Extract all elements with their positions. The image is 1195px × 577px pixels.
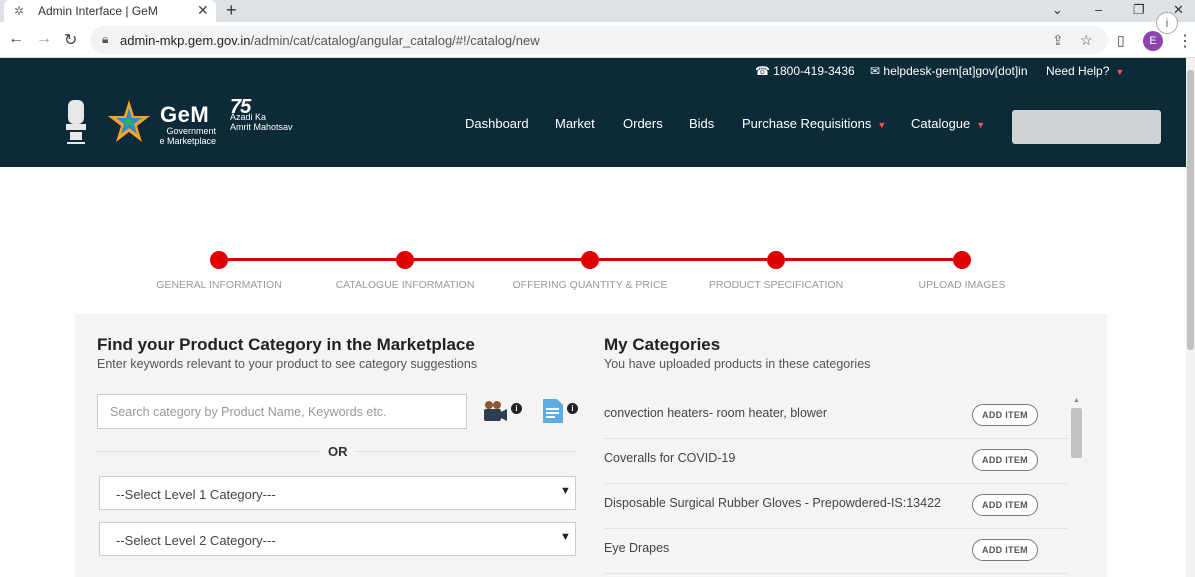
level1-selected-value: --Select Level 1 Category--- <box>116 487 276 502</box>
find-category-subtitle: Enter keywords relevant to your product … <box>97 357 478 371</box>
find-category-title: Find your Product Category in the Market… <box>97 335 475 354</box>
phone-contact[interactable]: ☎ 1800-419-3436 <box>755 64 855 78</box>
my-categories-title: My Categories <box>604 335 721 354</box>
bookmark-star-icon[interactable]: ☆ <box>1080 32 1093 49</box>
user-account-box[interactable] <box>1012 110 1161 144</box>
gem-star-logo-icon <box>108 100 150 142</box>
step-dot[interactable] <box>396 251 414 269</box>
or-divider-right <box>356 451 576 452</box>
site-header: ☎ 1800-419-3436 ✉ helpdesk-gem[at]gov[do… <box>0 58 1186 167</box>
url-text: admin-mkp.gem.gov.in/admin/cat/catalog/a… <box>120 33 540 48</box>
list-item: convection heaters- room heater, blower … <box>604 394 1068 439</box>
add-item-button[interactable]: ADD ITEM <box>972 539 1038 561</box>
step-label-specification: PRODUCT SPECIFICATION <box>708 279 844 291</box>
nav-market[interactable]: Market <box>555 116 595 131</box>
add-item-button[interactable]: ADD ITEM <box>972 494 1038 516</box>
list-item: Disposable Surgical Rubber Gloves - Prep… <box>604 484 1068 529</box>
my-categories-subtitle: You have uploaded products in these cate… <box>604 357 871 371</box>
phone-icon: ☎ <box>755 64 770 78</box>
browser-toolbar: ← → ↻ 🔒︎ admin-mkp.gem.gov.in/admin/cat/… <box>0 22 1195 58</box>
video-info-icon[interactable]: i <box>511 403 522 414</box>
share-icon[interactable]: ⇪ <box>1052 32 1064 49</box>
nav-bids[interactable]: Bids <box>689 116 714 131</box>
caret-down-icon: ▼ <box>976 120 986 130</box>
add-item-button[interactable]: ADD ITEM <box>972 404 1038 426</box>
forward-arrow-icon[interactable]: → <box>36 30 52 48</box>
caret-down-icon: ▼ <box>877 120 887 130</box>
new-tab-icon[interactable]: + <box>226 0 237 21</box>
minimize-icon[interactable]: – <box>1095 2 1102 17</box>
list-item: Coveralls for COVID-19 ADD ITEM <box>604 439 1068 484</box>
page-scroll-thumb[interactable] <box>1187 70 1194 350</box>
step-dot[interactable] <box>953 251 971 269</box>
tab-close-icon[interactable]: ✕ <box>197 2 209 19</box>
category-list-scroll-thumb[interactable] <box>1071 408 1082 458</box>
caret-down-icon: ▼ <box>1115 67 1125 77</box>
browser-tab[interactable]: ✲ Admin Interface | GeM ✕ <box>4 0 216 22</box>
step-label-catalogue: CATALOGUE INFORMATION <box>335 279 475 291</box>
or-divider-left <box>97 451 319 452</box>
need-help-menu[interactable]: Need Help? ▼ <box>1046 64 1124 78</box>
level2-selected-value: --Select Level 2 Category--- <box>116 533 276 548</box>
step-label-general: GENERAL INFORMATION <box>156 279 282 291</box>
info-icon[interactable]: i <box>1156 12 1178 34</box>
step-dot[interactable] <box>767 251 785 269</box>
list-item: Eye Drapes ADD ITEM <box>604 529 1068 574</box>
national-emblem-icon <box>66 100 86 144</box>
add-item-button[interactable]: ADD ITEM <box>972 449 1038 471</box>
chevron-down-icon: ▼ <box>560 531 571 543</box>
level1-category-select[interactable]: --Select Level 1 Category--- ▼ <box>99 476 576 510</box>
profile-avatar[interactable]: E <box>1143 31 1163 51</box>
or-label: OR <box>328 444 348 459</box>
step-label-offering: OFFERING QUANTITY & PRICE <box>512 279 668 291</box>
step-dot[interactable] <box>210 251 228 269</box>
lock-icon: 🔒︎ <box>102 32 109 46</box>
chevron-down-icon: ▼ <box>560 485 571 497</box>
side-panel-icon[interactable]: ▯ <box>1117 32 1125 49</box>
browser-tabbar: ✲ Admin Interface | GeM ✕ + ⌄ – ❐ ✕ <box>0 0 1195 22</box>
kebab-menu-icon[interactable]: ⋮ <box>1177 31 1193 51</box>
address-bar[interactable]: 🔒︎ admin-mkp.gem.gov.in/admin/cat/catalo… <box>90 26 1108 54</box>
nav-orders[interactable]: Orders <box>623 116 663 131</box>
back-arrow-icon[interactable]: ← <box>8 30 24 48</box>
my-categories-list: convection heaters- room heater, blower … <box>604 394 1068 577</box>
azadi-logo: 75 Azadi Ka Amrit Mahotsav <box>230 96 293 132</box>
envelope-icon: ✉ <box>870 64 881 78</box>
restore-icon[interactable]: ❐ <box>1133 2 1145 18</box>
scroll-up-arrow-icon[interactable]: ▲ <box>1073 397 1080 404</box>
category-name: Coveralls for COVID-19 <box>604 451 736 465</box>
gem-favicon-icon: ✲ <box>14 4 25 18</box>
level2-category-select[interactable]: --Select Level 2 Category--- ▼ <box>99 522 576 556</box>
document-icon[interactable] <box>540 398 566 424</box>
tab-title: Admin Interface | GeM <box>38 4 158 18</box>
tab-search-chevron-icon[interactable]: ⌄ <box>1052 2 1063 18</box>
category-search-input[interactable] <box>97 394 467 429</box>
email-contact[interactable]: ✉ helpdesk-gem[at]gov[dot]in <box>870 64 1028 78</box>
step-label-upload: UPLOAD IMAGES <box>918 279 1006 291</box>
video-camera-icon[interactable] <box>482 398 508 424</box>
gem-logo-subtext: Government e Marketplace <box>159 126 216 146</box>
category-name: Disposable Surgical Rubber Gloves - Prep… <box>604 496 941 510</box>
nav-catalogue[interactable]: Catalogue ▼ <box>911 116 985 131</box>
gem-logo-text: GeM <box>160 102 210 127</box>
category-name: Eye Drapes <box>604 541 670 555</box>
step-dot[interactable] <box>581 251 599 269</box>
document-info-icon[interactable]: i <box>567 403 578 414</box>
nav-purchase-requisitions[interactable]: Purchase Requisitions ▼ <box>742 116 886 131</box>
reload-icon[interactable]: ↻ <box>64 30 77 50</box>
category-name: convection heaters- room heater, blower <box>604 406 828 420</box>
nav-dashboard[interactable]: Dashboard <box>465 116 529 131</box>
